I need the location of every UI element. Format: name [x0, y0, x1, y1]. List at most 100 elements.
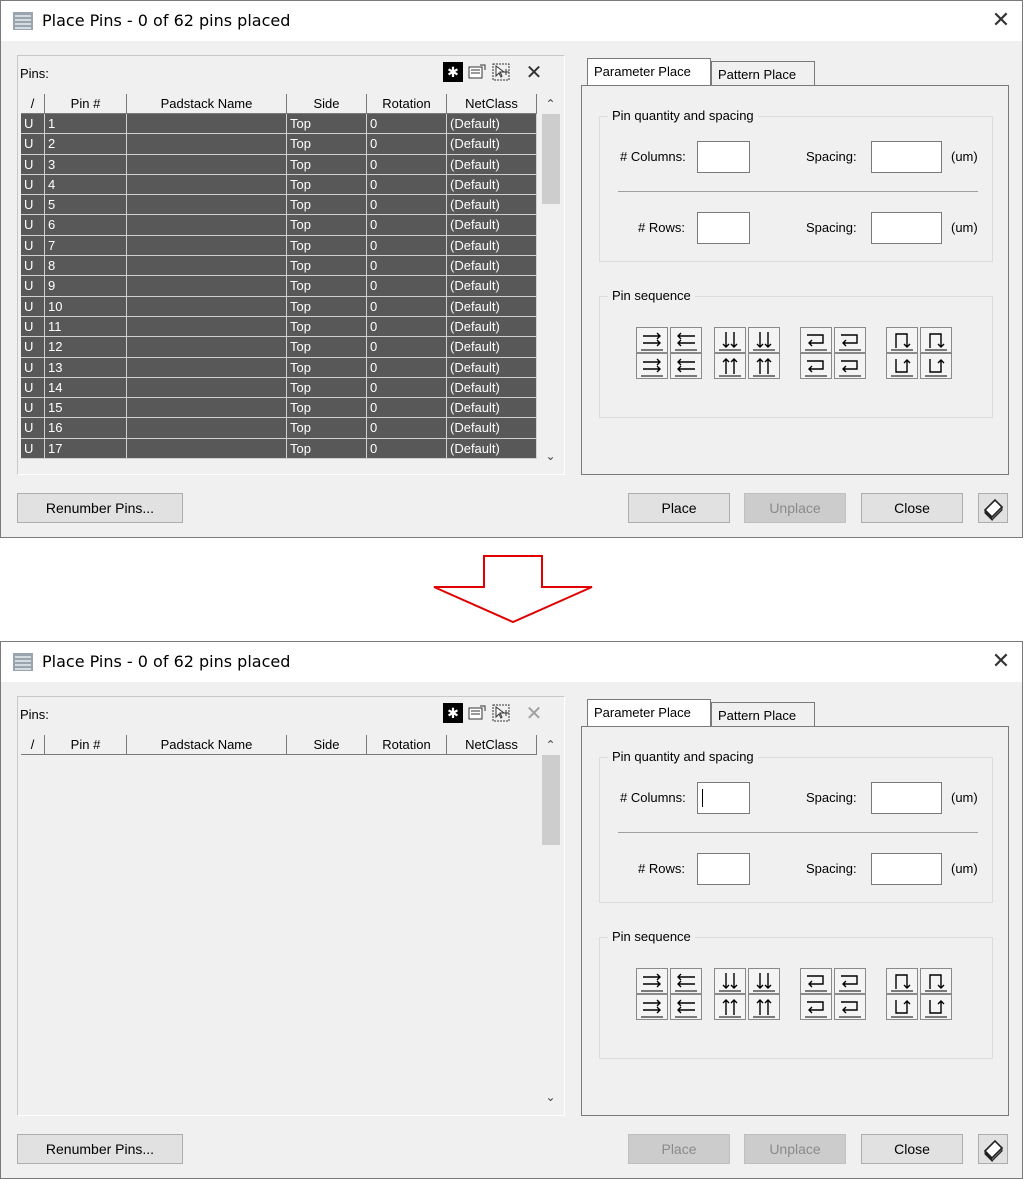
help-book-icon[interactable]	[978, 1134, 1008, 1164]
seq-snake-down-rev-icon[interactable]	[920, 353, 952, 379]
scroll-up-icon[interactable]: ⌃	[537, 735, 564, 755]
table-row[interactable]: U 13 Top 0 (Default)	[21, 357, 537, 378]
rows-input[interactable]	[697, 212, 750, 244]
seq-down-cols-icon[interactable]	[714, 968, 746, 994]
table-row[interactable]: U 8 Top 0 (Default)	[21, 256, 537, 277]
col-header[interactable]: Pin #	[45, 735, 127, 755]
table-row[interactable]: U 10 Top 0 (Default)	[21, 296, 537, 317]
close-button[interactable]: Close	[861, 1134, 963, 1164]
tab-pattern-place[interactable]: Pattern Place	[711, 702, 815, 728]
seq-snake-rl-icon[interactable]	[800, 327, 832, 353]
asterisk-icon[interactable]: ✱	[443, 703, 463, 723]
place-button[interactable]: Place	[628, 493, 730, 523]
rows-spacing-input[interactable]	[871, 212, 942, 244]
seq-lr-rows-bottom-icon[interactable]	[636, 994, 668, 1020]
seq-snake-lr-icon[interactable]	[834, 968, 866, 994]
seq-up-cols-icon[interactable]	[714, 994, 746, 1020]
tab-parameter-place[interactable]: Parameter Place	[587, 58, 711, 87]
col-header[interactable]: Padstack Name	[127, 94, 287, 114]
seq-rl-rows-bottom-icon[interactable]	[670, 353, 702, 379]
seq-rl-rows-bottom-icon[interactable]	[670, 994, 702, 1020]
seq-snake-down-icon[interactable]	[886, 994, 918, 1020]
seq-snake-up-rev-icon[interactable]	[920, 327, 952, 353]
seq-snake-lr-icon[interactable]	[834, 327, 866, 353]
seq-down-cols-icon[interactable]	[714, 327, 746, 353]
seq-lr-rows-icon[interactable]	[636, 327, 668, 353]
col-header[interactable]: /	[21, 735, 45, 755]
table-row[interactable]: U 17 Top 0 (Default)	[21, 438, 537, 460]
col-header[interactable]: Side	[287, 735, 367, 755]
seq-lr-rows-bottom-icon[interactable]	[636, 353, 668, 379]
asterisk-icon[interactable]: ✱	[443, 62, 463, 82]
seq-up-cols-icon[interactable]	[714, 353, 746, 379]
seq-rl-rows-icon[interactable]	[670, 327, 702, 353]
col-header[interactable]: Padstack Name	[127, 735, 287, 755]
help-book-icon[interactable]	[978, 493, 1008, 523]
properties-icon[interactable]	[467, 62, 487, 82]
unplace-button[interactable]: Unplace	[744, 493, 846, 523]
columns-input[interactable]	[697, 782, 750, 814]
properties-icon[interactable]	[467, 703, 487, 723]
table-row[interactable]: U 5 Top 0 (Default)	[21, 195, 537, 216]
col-header[interactable]: /	[21, 94, 45, 114]
seq-snake-up-rev-icon[interactable]	[920, 968, 952, 994]
seq-lr-rows-icon[interactable]	[636, 968, 668, 994]
col-header[interactable]: NetClass	[447, 94, 537, 114]
seq-snake-bottom-rl-icon[interactable]	[800, 994, 832, 1020]
select-pins-icon[interactable]	[491, 703, 511, 723]
close-button[interactable]: Close	[861, 493, 963, 523]
table-row[interactable]: U 2 Top 0 (Default)	[21, 134, 537, 155]
scroll-down-icon[interactable]: ⌄	[537, 446, 564, 466]
table-row[interactable]: U 9 Top 0 (Default)	[21, 276, 537, 297]
tab-parameter-place[interactable]: Parameter Place	[587, 699, 711, 728]
renumber-pins-button[interactable]: Renumber Pins...	[17, 1134, 183, 1164]
col-header[interactable]: Rotation	[367, 94, 447, 114]
seq-snake-bottom-lr-icon[interactable]	[834, 994, 866, 1020]
scroll-thumb[interactable]	[542, 114, 560, 204]
seq-snake-up-icon[interactable]	[886, 327, 918, 353]
col-header[interactable]: NetClass	[447, 735, 537, 755]
close-window-icon[interactable]: ✕	[986, 5, 1016, 35]
columns-spacing-input[interactable]	[871, 141, 942, 173]
scroll-up-icon[interactable]: ⌃	[537, 94, 564, 114]
seq-snake-up-icon[interactable]	[886, 968, 918, 994]
select-pins-icon[interactable]	[491, 62, 511, 82]
tab-pattern-place[interactable]: Pattern Place	[711, 61, 815, 87]
seq-snake-rl-icon[interactable]	[800, 968, 832, 994]
table-row[interactable]: U 12 Top 0 (Default)	[21, 337, 537, 358]
seq-snake-down-rev-icon[interactable]	[920, 994, 952, 1020]
columns-spacing-input[interactable]	[871, 782, 942, 814]
seq-snake-bottom-lr-icon[interactable]	[834, 353, 866, 379]
table-row[interactable]: U 11 Top 0 (Default)	[21, 316, 537, 338]
table-row[interactable]: U 3 Top 0 (Default)	[21, 154, 537, 175]
seq-up-cols-rev-icon[interactable]	[748, 353, 780, 379]
col-header[interactable]: Side	[287, 94, 367, 114]
table-row[interactable]: U 1 Top 0 (Default)	[21, 114, 537, 135]
seq-down-cols-rev-icon[interactable]	[748, 327, 780, 353]
seq-rl-rows-icon[interactable]	[670, 968, 702, 994]
scroll-down-icon[interactable]: ⌄	[537, 1087, 564, 1107]
seq-down-cols-rev-icon[interactable]	[748, 968, 780, 994]
col-header[interactable]: Pin #	[45, 94, 127, 114]
table-row[interactable]: U 6 Top 0 (Default)	[21, 215, 537, 236]
table-row[interactable]: U 7 Top 0 (Default)	[21, 235, 537, 257]
table-row[interactable]: U 14 Top 0 (Default)	[21, 377, 537, 399]
table-row[interactable]: U 16 Top 0 (Default)	[21, 418, 537, 439]
delete-icon[interactable]: ✕	[521, 62, 547, 84]
columns-input[interactable]	[697, 141, 750, 173]
renumber-pins-button[interactable]: Renumber Pins...	[17, 493, 183, 523]
vertical-scrollbar[interactable]: ⌃ ⌄	[537, 735, 564, 1113]
seq-up-cols-rev-icon[interactable]	[748, 994, 780, 1020]
unplace-button[interactable]: Unplace	[744, 1134, 846, 1164]
col-header[interactable]: Rotation	[367, 735, 447, 755]
rows-input[interactable]	[697, 853, 750, 885]
delete-icon[interactable]: ✕	[521, 703, 547, 725]
close-window-icon[interactable]: ✕	[986, 646, 1016, 676]
seq-snake-down-icon[interactable]	[886, 353, 918, 379]
seq-snake-bottom-rl-icon[interactable]	[800, 353, 832, 379]
table-row[interactable]: U 15 Top 0 (Default)	[21, 398, 537, 419]
place-button[interactable]: Place	[628, 1134, 730, 1164]
scroll-thumb[interactable]	[542, 755, 560, 845]
vertical-scrollbar[interactable]: ⌃ ⌄	[537, 94, 564, 472]
rows-spacing-input[interactable]	[871, 853, 942, 885]
